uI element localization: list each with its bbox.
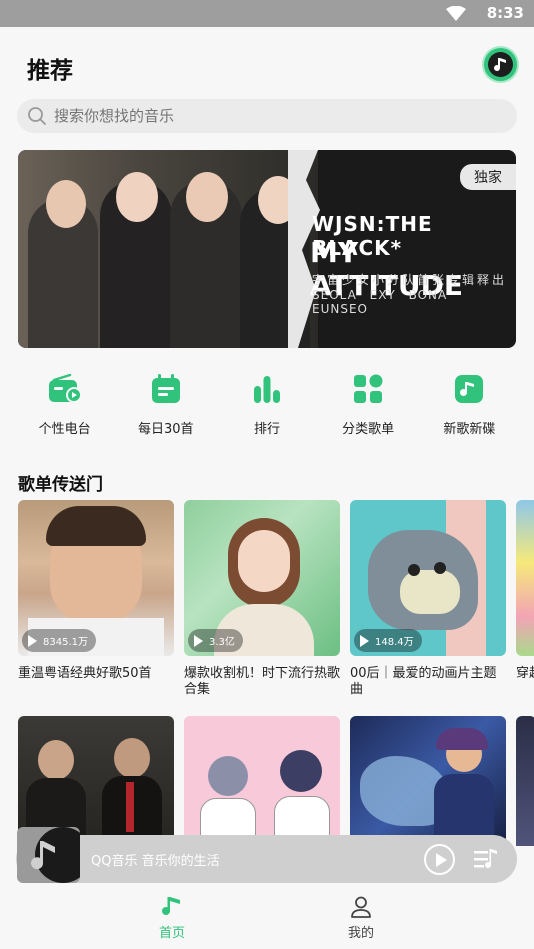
quick-link-rank[interactable]: 排行 — [222, 372, 312, 437]
music-note-icon — [452, 372, 486, 406]
exclusive-badge: 独家 — [460, 164, 516, 190]
playlist-card[interactable]: 148.4万 00后｜最爱的动画片主题曲 — [350, 500, 506, 698]
playlist-card[interactable] — [350, 716, 506, 846]
grid-icon — [351, 372, 385, 406]
playlist-cover — [516, 500, 534, 656]
album-art — [17, 827, 80, 883]
tab-mine[interactable]: 我的 — [331, 895, 391, 941]
banner-line3: 宇宙少女小分队首张专辑释出 — [312, 273, 508, 287]
playlist-icon[interactable] — [474, 849, 498, 871]
quick-link-label: 个性电台 — [38, 422, 91, 437]
search-bar[interactable] — [17, 99, 517, 133]
tab-bar: 首页 我的 — [0, 887, 534, 949]
header: 推荐 — [0, 27, 534, 99]
status-time: 8:33 — [486, 4, 524, 22]
quick-link-new-music[interactable]: 新歌新碟 — [424, 372, 514, 437]
promo-banner[interactable]: 独家 WJSN:THE BLACK* MY ATTITUDE 宇宙少女小分队首张… — [18, 150, 516, 348]
banner-line4: SEOLA EXY BONA EUNSEO — [312, 288, 448, 316]
quick-link-label: 每日30首 — [138, 422, 194, 437]
bar-chart-icon — [250, 372, 284, 406]
radio-icon — [48, 372, 82, 406]
user-icon — [351, 896, 371, 918]
quick-link-label: 分类歌单 — [342, 422, 395, 437]
playlist-cover: 148.4万 — [350, 500, 506, 656]
playlist-name: 穿越 — [516, 666, 534, 681]
play-icon — [360, 634, 369, 647]
quick-link-label: 新歌新碟 — [443, 422, 496, 437]
playlist-card[interactable] — [516, 716, 534, 846]
play-icon — [435, 852, 447, 867]
playlist-cover: 3.3亿 — [184, 500, 340, 656]
playlist-cover — [350, 716, 506, 846]
section-title: 歌单传送门 — [18, 475, 103, 495]
play-count: 148.4万 — [354, 629, 422, 652]
quick-link-categories[interactable]: 分类歌单 — [323, 372, 413, 437]
tab-label: 我的 — [347, 926, 374, 941]
playlist-cover — [184, 716, 340, 846]
playlist-name: 爆款收割机！时下流行热歌合集 — [184, 666, 341, 697]
play-icon — [28, 634, 37, 647]
page-title: 推荐 — [27, 58, 73, 84]
quick-link-label: 排行 — [253, 422, 280, 437]
playlist-card[interactable] — [184, 716, 340, 846]
tab-home[interactable]: 首页 — [142, 895, 202, 941]
play-count: 8345.1万 — [22, 629, 96, 652]
music-note-icon — [488, 52, 513, 77]
playlist-name: 重温粤语经典好歌50首 — [18, 666, 152, 681]
music-note-icon — [162, 897, 180, 916]
play-button[interactable] — [424, 844, 455, 875]
player-text: QQ音乐 音乐你的生活 — [91, 854, 220, 869]
playlist-card[interactable]: 8345.1万 重温粤语经典好歌50首 — [18, 500, 174, 682]
music-note-icon — [31, 841, 55, 870]
tab-label: 首页 — [158, 926, 185, 941]
playlist-cover: 8345.1万 — [18, 500, 174, 656]
play-icon — [194, 634, 203, 647]
playlist-name: 00后｜最爱的动画片主题曲 — [350, 666, 497, 697]
quick-links: 个性电台 每日30首 排行 分类歌单 新歌新碟 — [0, 372, 534, 437]
quick-link-daily[interactable]: 每日30首 — [121, 372, 211, 437]
play-count: 3.3亿 — [188, 629, 243, 652]
mini-player[interactable]: QQ音乐 音乐你的生活 — [16, 827, 517, 883]
quick-link-radio[interactable]: 个性电台 — [20, 372, 110, 437]
playlist-card[interactable]: 3.3亿 爆款收割机！时下流行热歌合集 — [184, 500, 340, 698]
music-player-button[interactable] — [484, 48, 517, 81]
wifi-icon — [446, 6, 466, 21]
search-icon — [28, 107, 46, 125]
search-input[interactable] — [54, 107, 474, 125]
banner-photo — [18, 150, 318, 348]
playlist-card[interactable]: 穿越 — [516, 500, 534, 682]
status-bar: 8:33 — [0, 0, 534, 27]
playlist-cover — [516, 716, 534, 846]
calendar-icon — [149, 372, 183, 406]
